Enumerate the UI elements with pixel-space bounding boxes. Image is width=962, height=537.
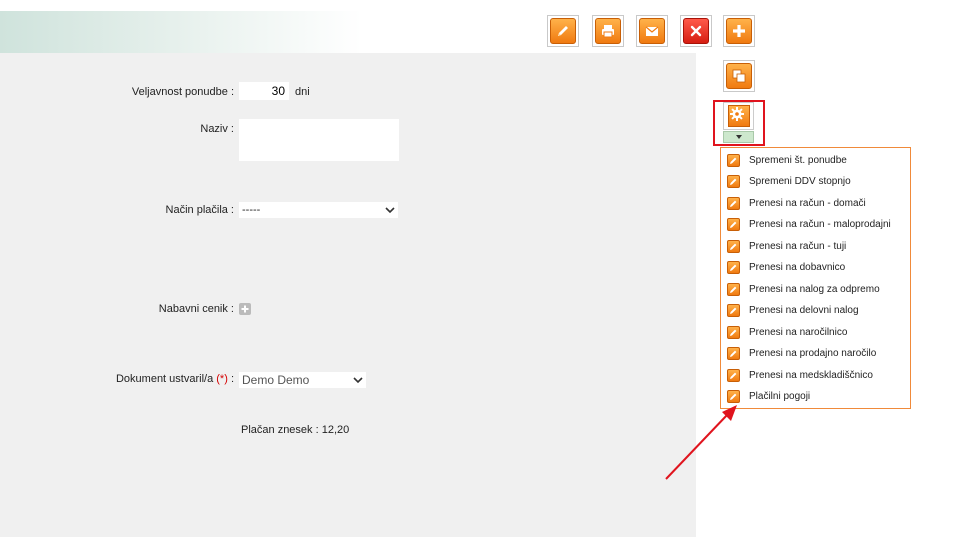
annotation-arrow xyxy=(665,405,737,480)
